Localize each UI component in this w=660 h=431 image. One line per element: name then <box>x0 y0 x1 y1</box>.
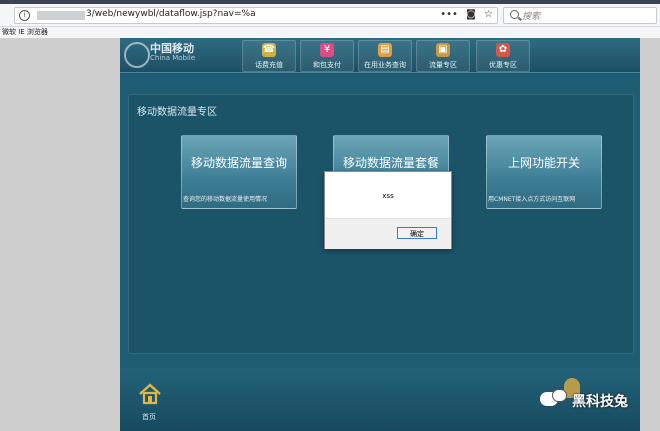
site-header: 中国移动 China Mobile ☎ 话费充值 ¥ 和包支付 ▤ 在用业务查询… <box>120 38 640 73</box>
nav-item-offers[interactable]: ✿ 优惠专区 <box>476 40 530 72</box>
page-actions-icon[interactable]: ••• <box>440 9 458 20</box>
bookmark-item[interactable]: 微软 IE 浏览器 <box>2 27 48 37</box>
china-mobile-logo-icon <box>124 42 150 68</box>
panel-title: 移动数据流量专区 <box>137 107 217 118</box>
address-actions: ••• ◙ ☆ <box>435 9 493 20</box>
page-margin-right <box>640 38 660 431</box>
wallet-icon: ¥ <box>320 43 334 57</box>
ok-button[interactable]: 确定 <box>397 227 437 239</box>
bookmarks-bar: 微软 IE 浏览器 <box>0 27 660 38</box>
nav-item-payment[interactable]: ¥ 和包支付 <box>300 40 354 72</box>
nav-label: 流量专区 <box>429 61 457 69</box>
nav-label: 优惠专区 <box>489 61 517 69</box>
home-label[interactable]: 首页 <box>142 412 156 422</box>
card-internet-toggle[interactable]: 上网功能开关 用CMNET接入点方式访问互联网 <box>486 135 602 209</box>
card-data-query[interactable]: 移动数据流量查询 查询您的移动数据流量使用情况 <box>181 135 297 209</box>
nav-item-data-zone[interactable]: ▣ 流量专区 <box>416 40 470 72</box>
bookmark-star-icon[interactable]: ☆ <box>484 9 493 20</box>
search-input[interactable]: 搜索 <box>503 7 657 24</box>
gift-icon: ✿ <box>496 43 510 57</box>
page-margin-left <box>0 38 120 431</box>
site-info-icon[interactable]: i <box>19 10 30 21</box>
document-icon: ▤ <box>378 43 392 57</box>
alert-dialog: xss 确定 <box>324 171 452 249</box>
nav-item-business-query[interactable]: ▤ 在用业务查询 <box>358 40 412 72</box>
card-title: 移动数据流量查询 <box>190 156 287 170</box>
logo-text-en: China Mobile <box>150 54 196 62</box>
address-bar[interactable]: i 3/web/newywbl/dataflow.jsp?nav=%a ••• … <box>14 7 498 24</box>
nav-label: 和包支付 <box>313 61 341 69</box>
card-title: 移动数据流量套餐 <box>342 156 439 170</box>
wechat-icon <box>540 389 567 406</box>
search-placeholder: 搜索 <box>522 12 541 22</box>
search-icon <box>510 10 519 19</box>
browser-toolbar: i 3/web/newywbl/dataflow.jsp?nav=%a ••• … <box>0 4 660 27</box>
alert-footer: 确定 <box>325 218 451 249</box>
url-text: 3/web/newywbl/dataflow.jsp?nav=%a <box>86 9 256 19</box>
pocket-icon[interactable]: ◙ <box>466 9 476 20</box>
nav-label: 话费充值 <box>255 61 283 69</box>
card-title: 上网功能开关 <box>507 156 580 170</box>
package-icon: ▣ <box>436 43 450 57</box>
watermark-text: 黑科技兔 <box>572 394 628 410</box>
nav-item-recharge[interactable]: ☎ 话费充值 <box>242 40 296 72</box>
phone-icon: ☎ <box>262 43 276 57</box>
nav-label: 在用业务查询 <box>364 61 406 69</box>
alert-message: xss <box>382 192 394 200</box>
home-icon[interactable] <box>138 382 162 406</box>
url-redacted-segment <box>37 11 85 20</box>
card-description: 用CMNET接入点方式访问互联网 <box>488 196 576 203</box>
card-description: 查询您的移动数据流量使用情况 <box>183 196 268 203</box>
